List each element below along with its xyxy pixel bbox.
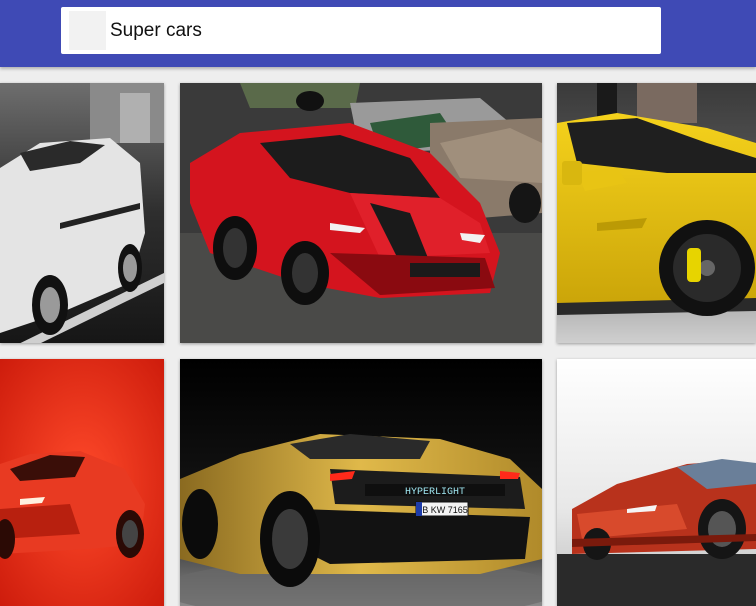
car-image bbox=[557, 83, 756, 343]
search-box[interactable] bbox=[61, 7, 661, 54]
search-icon[interactable] bbox=[69, 11, 106, 50]
car-image bbox=[0, 83, 164, 343]
result-image-white-sports-car[interactable] bbox=[0, 83, 164, 343]
car-image bbox=[0, 359, 164, 606]
result-image-orange-concept-car[interactable] bbox=[0, 359, 164, 606]
result-image-yellow-supercar[interactable] bbox=[557, 83, 756, 343]
car-badge-text: HYPERLIGHT bbox=[405, 487, 465, 498]
result-image-gold-hypercar[interactable]: HYPERLIGHT B KW 7165 bbox=[180, 359, 542, 606]
result-image-red-concept-car[interactable] bbox=[557, 359, 756, 606]
search-input[interactable] bbox=[110, 7, 650, 54]
result-image-red-supercar[interactable] bbox=[180, 83, 542, 343]
car-image bbox=[180, 83, 542, 343]
image-results-grid: HYPERLIGHT B KW 7165 bbox=[0, 0, 756, 606]
car-image bbox=[557, 359, 756, 606]
license-plate: B KW 7165 bbox=[422, 505, 468, 515]
header-bar bbox=[0, 0, 756, 67]
car-image: HYPERLIGHT B KW 7165 bbox=[180, 359, 542, 606]
